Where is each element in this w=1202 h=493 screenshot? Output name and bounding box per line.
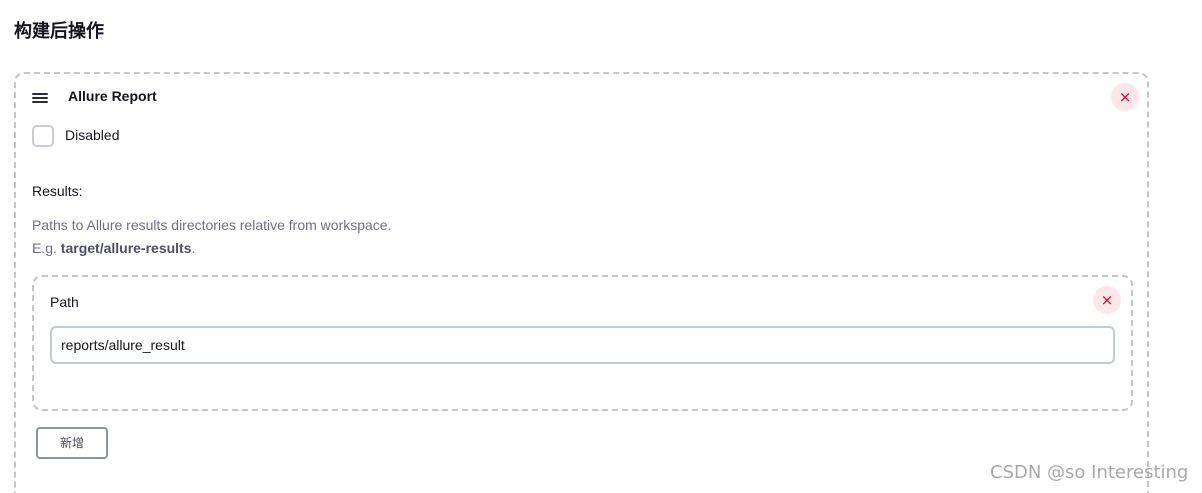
watermark: CSDN @so Interesting — [990, 462, 1189, 483]
close-icon: × — [1100, 291, 1114, 309]
disabled-checkbox-label[interactable]: Disabled — [65, 127, 119, 143]
section-title: 构建后操作 — [14, 21, 104, 42]
results-label: Results: — [32, 183, 83, 199]
path-input[interactable] — [50, 326, 1115, 364]
remove-path-button[interactable]: × — [1093, 286, 1121, 314]
disabled-checkbox[interactable] — [32, 125, 54, 147]
add-path-button[interactable]: 新增 — [36, 427, 108, 459]
help-example-suffix: . — [191, 240, 196, 256]
remove-step-button[interactable]: × — [1111, 83, 1139, 111]
post-build-actions-page: 构建后操作 Allure Report × Disabled Results: … — [0, 0, 1202, 493]
results-help-text: Paths to Allure results directories rela… — [32, 214, 391, 260]
path-label: Path — [50, 294, 79, 310]
close-icon: × — [1118, 88, 1132, 106]
drag-handle-icon[interactable] — [32, 93, 48, 103]
help-line-2: E.g. target/allure-results. — [32, 237, 391, 260]
step-title: Allure Report — [68, 88, 157, 104]
help-example-path: target/allure-results — [60, 240, 192, 256]
help-example-prefix: E.g. — [32, 240, 61, 256]
help-line-1: Paths to Allure results directories rela… — [32, 217, 392, 233]
